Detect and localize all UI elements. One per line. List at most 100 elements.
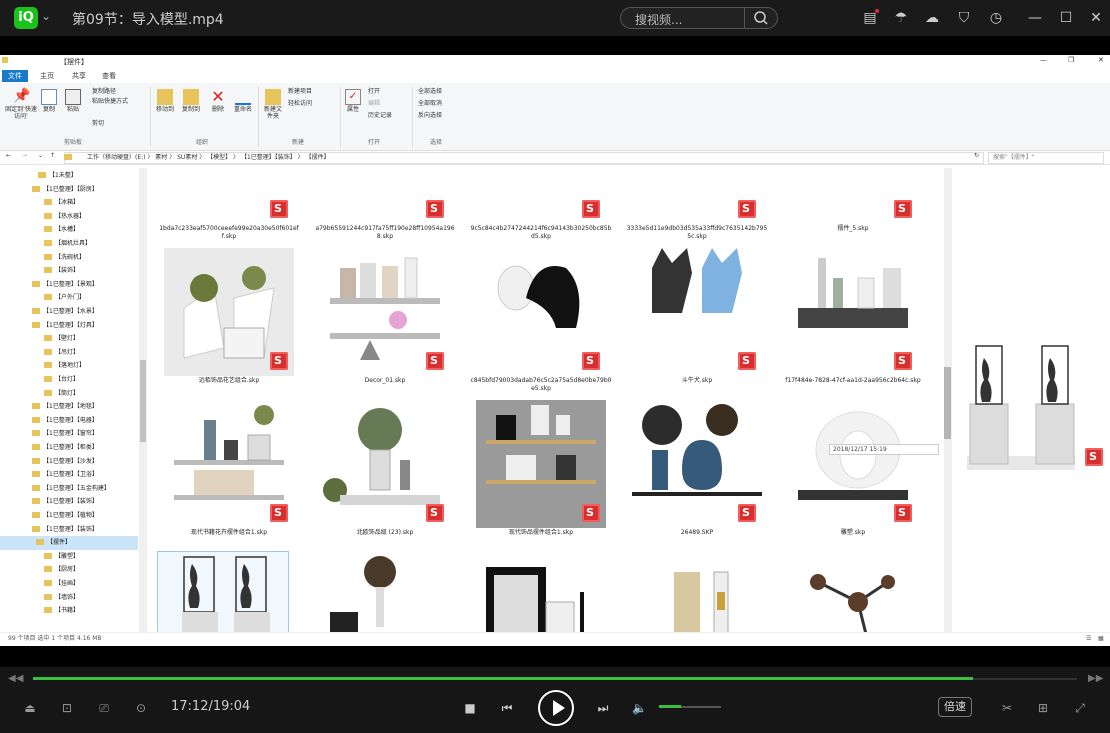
nav-item[interactable]: 【1已整理】【景观】 (0, 278, 138, 292)
prev-icon[interactable]: ⏮ (500, 701, 514, 715)
forward-icon[interactable]: ▶▶ (1088, 673, 1103, 684)
file-tile[interactable] (626, 552, 756, 632)
open-button[interactable]: 打开 (368, 88, 380, 96)
nav-item[interactable]: 【1已整理】【装饰】 (0, 495, 138, 509)
file-tile[interactable]: 斗牛犬.skp (626, 248, 756, 398)
nav-item[interactable]: 【1已整理】【厨房】 (0, 183, 138, 197)
nav-item[interactable]: 【台灯】 (0, 373, 138, 387)
shirt-icon[interactable]: ⛉ (956, 10, 972, 26)
paste-shortcut-button[interactable]: 粘贴快捷方式 (92, 98, 128, 106)
history-button[interactable]: 历史记录 (368, 112, 392, 120)
move-to-button[interactable]: 移动到 (154, 89, 176, 114)
win-restore-icon[interactable]: ❐ (1068, 56, 1074, 64)
play-button[interactable] (538, 690, 574, 726)
nav-item[interactable]: 【1未整】 (0, 169, 138, 183)
nav-item[interactable]: 【1已整理】【五金构建】 (0, 482, 138, 496)
content-scroll-thumb[interactable] (944, 367, 951, 439)
file-tile[interactable]: Decor_01.skp (314, 248, 444, 398)
copy-to-button[interactable]: 复制到 (180, 89, 202, 114)
nav-item[interactable]: 【摆件】 (0, 536, 138, 551)
speed-button[interactable]: 倍速 (938, 697, 972, 717)
nav-item[interactable]: 【1已整理】【灯具】 (0, 319, 138, 333)
close-icon[interactable]: ✕ (1088, 10, 1104, 26)
record-icon[interactable]: ⊙ (134, 701, 148, 715)
nav-item[interactable]: 【1已整理】【地毯】 (0, 400, 138, 414)
breadcrumb[interactable]: 工作（移动硬盘）(E:) 〉 素材 〉 SU素材 〉 【模型】 〉 【1已整理】… (64, 152, 984, 164)
nav-item[interactable]: 【1已整理】【柜类】 (0, 441, 138, 455)
file-tile[interactable]: 9c5c84c4b2747244214f6c94143b30250bc85bd5… (470, 168, 611, 246)
win-close-icon[interactable]: ✕ (1098, 56, 1104, 64)
new-item-button[interactable]: 新建项目 (288, 88, 312, 96)
nav-item[interactable]: 【厨房】 (0, 563, 138, 577)
fullscreen-icon[interactable]: ⤢ (1073, 701, 1087, 715)
tiles-view-icon[interactable]: ▦ (1098, 633, 1104, 645)
nav-item[interactable]: 【筒灯】 (0, 387, 138, 401)
back-icon[interactable]: ← (6, 152, 11, 159)
logo-dropdown-icon[interactable]: ⌄ (41, 9, 51, 23)
file-tile[interactable]: 现代饰品摆件组合1.skp (470, 400, 606, 550)
nav-item[interactable]: 【1已整理】【电器】 (0, 414, 138, 428)
file-tile[interactable] (782, 552, 912, 632)
tab-share[interactable]: 共享 (72, 71, 86, 81)
nav-item[interactable]: 【吊灯】 (0, 346, 138, 360)
nav-item[interactable]: 【书籍】 (0, 604, 138, 618)
file-tile[interactable] (470, 552, 600, 632)
tab-home[interactable]: 主页 (40, 71, 54, 81)
cut-icon[interactable]: ✂ (1000, 701, 1014, 715)
new-folder-button[interactable]: 新建文件夹 (262, 89, 284, 120)
nav-item[interactable]: 【1已整理】【窗帘】 (0, 427, 138, 441)
details-view-icon[interactable]: ☰ (1086, 633, 1091, 645)
copy-button[interactable]: 复制 (40, 89, 58, 114)
file-tile[interactable]: c845bfd79003dadab76c5c2a75a5d8e0be79b0e5… (470, 248, 611, 398)
file-tile[interactable]: f17f484e-7828-47cf-aa1d-2aa956c2b64c.skp (782, 248, 921, 398)
file-tile[interactable]: 北欧饰品级 (23).skp (314, 400, 444, 550)
win-minimize-icon[interactable]: — (1040, 56, 1047, 64)
file-tile[interactable]: 雕塑.skp (782, 400, 912, 550)
easy-access-button[interactable]: 轻松访问 (288, 100, 312, 108)
volume-icon[interactable]: 🔈 (632, 701, 647, 715)
copy-path-button[interactable]: 复制路径 (92, 88, 116, 96)
search-button[interactable] (744, 8, 777, 28)
gift-icon[interactable]: ⊞ (1036, 701, 1050, 715)
rename-button[interactable]: 重命名 (232, 89, 254, 114)
eject-icon[interactable]: ⏏ (23, 701, 37, 715)
clock-icon[interactable]: ◷ (988, 10, 1004, 26)
invert-selection-button[interactable]: 反向选择 (418, 112, 442, 120)
app-logo[interactable]: iQ (14, 7, 38, 29)
stop-icon[interactable]: ■ (463, 701, 477, 715)
select-none-button[interactable]: 全部取消 (418, 100, 442, 108)
video-search[interactable]: 搜视频... (620, 7, 778, 29)
file-tile[interactable]: 摆件_5.skp (782, 168, 912, 246)
folder-search-input[interactable]: 搜索"【摆件】" (988, 152, 1104, 164)
cut-button[interactable]: 剪切 (92, 120, 104, 128)
forward-icon[interactable]: → (22, 152, 27, 159)
nav-item[interactable]: 【落地灯】 (0, 359, 138, 373)
next-icon[interactable]: ⏭ (596, 701, 610, 715)
nav-item[interactable]: 【水槽】 (0, 223, 138, 237)
nav-item[interactable]: 【烟机灶具】 (0, 237, 138, 251)
refresh-icon[interactable]: ↻ (974, 152, 979, 159)
nav-item[interactable]: 【1已整理】【沙发】 (0, 455, 138, 469)
file-tile[interactable]: 3333e5d11e9db03d535a33ffd9c7635142b7955c… (626, 168, 767, 246)
file-tile[interactable] (157, 551, 289, 632)
nav-item[interactable]: 【1已整理】【水景】 (0, 305, 138, 319)
edit-button[interactable]: 编辑 (368, 100, 380, 108)
nav-item[interactable]: 【装饰】 (0, 264, 138, 278)
nav-item[interactable]: 【挂画】 (0, 577, 138, 591)
nav-item[interactable]: 【墙饰】 (0, 591, 138, 605)
screenshot-icon[interactable]: ⊡ (60, 701, 74, 715)
select-all-button[interactable]: 全部选择 (418, 88, 442, 96)
pin-button[interactable]: 📌 固定到'快速访问' (4, 88, 38, 120)
nav-scroll-thumb[interactable] (140, 360, 146, 442)
file-tile[interactable]: 现代书籍花卉摆件组合1.skp (158, 400, 288, 550)
video-frame[interactable]: 【摆件】 — ❐ ✕ 文件 主页 共享 查看 📌 固定到'快速访问' 复制 粘贴 … (0, 55, 1110, 646)
nav-item[interactable]: 【1已整理】【装饰】 (0, 523, 138, 537)
recent-icon[interactable]: ⌄ (38, 152, 43, 159)
paste-button[interactable]: 粘贴 (62, 89, 84, 114)
maximize-icon[interactable]: ☐ (1058, 10, 1074, 26)
up-icon[interactable]: ↑ (50, 152, 55, 159)
file-tile[interactable]: a79b65591244c917fa75ff190e28ff10954a1968… (314, 168, 455, 246)
file-tile[interactable] (314, 552, 444, 632)
nav-item[interactable]: 【雕塑】 (0, 550, 138, 564)
nav-item[interactable]: 【洗碗机】 (0, 251, 138, 265)
